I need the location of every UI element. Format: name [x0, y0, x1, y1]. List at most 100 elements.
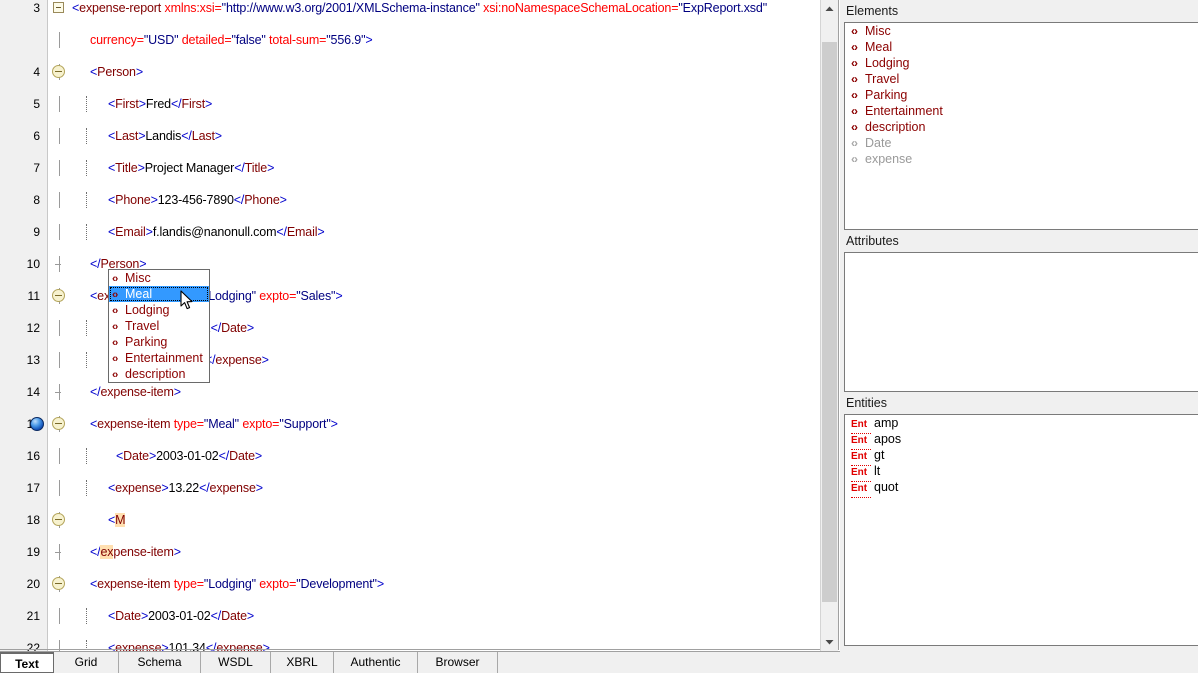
code-line[interactable]: 3 <expense-report xmlns:xsi="http://www.w… [0, 0, 840, 16]
scrollbar-thumb[interactable] [822, 42, 837, 602]
autocomplete-item[interactable]: ‹› Meal [109, 286, 209, 302]
code-line[interactable]: 6 <Last>Landis</Last> [0, 128, 840, 144]
autocomplete-item[interactable]: ‹› Entertainment [109, 350, 209, 366]
elements-list-item[interactable]: ‹› Lodging [845, 55, 1198, 71]
entities-list-item[interactable]: Ent amp [845, 415, 1198, 434]
code-token: expense [215, 353, 262, 367]
code-text[interactable]: <Last>Landis</Last> [72, 128, 222, 144]
tab-browser[interactable]: Browser [418, 652, 498, 673]
entities-list-item[interactable]: Ent quot [845, 479, 1198, 498]
entities-list-item[interactable]: Ent lt [845, 463, 1198, 482]
elements-list-item[interactable]: ‹› Travel [845, 71, 1198, 87]
code-line[interactable]: 9 <Email>f.landis@nanonull.com</Email> [0, 224, 840, 240]
scroll-up-arrow-icon[interactable] [821, 0, 838, 18]
fold-collapse-box-icon[interactable] [53, 2, 64, 13]
code-line[interactable]: 22 <expense>101.34</expense> [0, 640, 840, 651]
code-text[interactable]: <Title>Project Manager</Title> [72, 160, 274, 176]
fold-collapse-circle-icon[interactable] [52, 65, 65, 78]
tab-grid[interactable]: Grid [54, 652, 119, 673]
code-text[interactable]: <Date>2003-01-02</Date> [72, 608, 254, 624]
elements-list-item[interactable]: ‹› Parking [845, 87, 1198, 103]
code-token: = [136, 33, 144, 47]
elements-panel-list[interactable]: ‹› Misc ‹› Meal ‹› Lodging ‹› Travel ‹› Parking ‹›… [844, 22, 1198, 230]
code-text[interactable]: <Date>2003-01-02</Date> [72, 448, 262, 464]
code-token: expense-item [100, 385, 174, 399]
elements-list-item[interactable]: ‹› description [845, 119, 1198, 135]
elements-list-item[interactable]: ‹› Date [845, 135, 1198, 151]
code-line[interactable]: 14 </expense-item> [0, 384, 840, 400]
tab-text[interactable]: Text [0, 652, 54, 673]
code-line[interactable]: 19 </expense-item> [0, 544, 840, 560]
code-text[interactable]: <expense-item type="Lodging" expto="Deve… [72, 576, 384, 592]
attributes-panel-list[interactable] [844, 252, 1198, 392]
autocomplete-item[interactable]: ‹› Lodging [109, 302, 209, 318]
code-token: </ [210, 321, 222, 335]
code-token: </ [90, 385, 101, 399]
autocomplete-popup[interactable]: ‹› Misc ‹› Meal ‹› Lodging ‹› Travel ‹› Parking ‹›… [108, 269, 210, 383]
code-line[interactable]: 21 <Date>2003-01-02</Date> [0, 608, 840, 624]
code-token: expense [216, 641, 263, 651]
tab-schema[interactable]: Schema [119, 652, 201, 673]
elements-list-item[interactable]: ‹› expense [845, 151, 1198, 167]
code-line[interactable]: 17 <expense>13.22</expense> [0, 480, 840, 496]
code-token: Date [229, 449, 255, 463]
code-text[interactable]: <Phone>123-456-7890</Phone> [72, 192, 287, 208]
tab-wsdl[interactable]: WSDL [201, 652, 271, 673]
fold-collapse-circle-icon[interactable] [52, 289, 65, 302]
entities-list-item[interactable]: Ent gt [845, 447, 1198, 466]
view-mode-tabbar[interactable]: Text Grid Schema WSDL XBRL Authentic Browser [0, 651, 840, 673]
autocomplete-item[interactable]: ‹› Travel [109, 318, 209, 334]
code-token: "ExpReport.xsd" [678, 1, 767, 15]
elements-list-item[interactable]: ‹› Misc [845, 23, 1198, 39]
code-line[interactable]: 4 <Person> [0, 64, 840, 80]
tab-xbrl[interactable]: XBRL [271, 652, 334, 673]
elements-list-item[interactable]: ‹› Entertainment [845, 103, 1198, 119]
code-line[interactable]: 8 <Phone>123-456-7890</Phone> [0, 192, 840, 208]
code-text[interactable]: <expense-item type="Meal" expto="Support… [72, 416, 338, 432]
autocomplete-item[interactable]: ‹› description [109, 366, 209, 382]
line-number: 20 [26, 577, 40, 591]
autocomplete-item[interactable]: ‹› Misc [109, 270, 209, 286]
entities-list-item-label: apos [874, 432, 902, 446]
code-text[interactable]: </expense-item> [72, 544, 181, 560]
code-text[interactable]: <expense-report xmlns:xsi="http://www.w3… [72, 0, 767, 16]
code-line[interactable]: currency="USD" detailed="false" total-su… [0, 32, 840, 48]
code-token: "http://www.w3.org/2001/XMLSchema-instan… [221, 1, 484, 15]
elements-list-item-label: Date [865, 136, 892, 150]
fold-collapse-circle-icon[interactable] [52, 417, 65, 430]
code-token: "Lodging" [203, 289, 260, 303]
code-text[interactable]: <expense>101.34</expense> [72, 640, 270, 651]
code-token: "Meal" [203, 417, 243, 431]
bookmark-icon[interactable] [30, 417, 44, 431]
code-line[interactable]: 18 <M [0, 512, 840, 528]
entities-panel-list[interactable]: Ent amp Ent apos Ent gt Ent lt Ent quot [844, 414, 1198, 646]
code-line[interactable]: 5 <First>Fred</First> [0, 96, 840, 112]
fold-collapse-circle-icon[interactable] [52, 577, 65, 590]
code-token: > [205, 97, 213, 111]
code-token: </ [205, 641, 217, 651]
code-token: </ [218, 449, 230, 463]
code-text[interactable]: </expense-item> [72, 384, 181, 400]
scroll-down-arrow-icon[interactable] [821, 633, 838, 651]
elements-list-item[interactable]: ‹› Meal [845, 39, 1198, 55]
code-text[interactable]: <Person> [72, 64, 143, 80]
angle-brackets-icon: ‹› [851, 56, 858, 70]
code-line[interactable]: 20 <expense-item type="Lodging" expto="De… [0, 576, 840, 592]
code-line[interactable]: 16 <Date>2003-01-02</Date> [0, 448, 840, 464]
code-text[interactable]: <expense>13.22</expense> [72, 480, 263, 496]
line-number: 5 [33, 97, 40, 111]
fold-collapse-circle-icon[interactable] [52, 513, 65, 526]
tab-authentic[interactable]: Authentic [334, 652, 418, 673]
code-text[interactable]: <Email>f.landis@nanonull.com</Email> [72, 224, 325, 240]
code-line[interactable]: 15<expense-item type="Meal" expto="Suppo… [0, 416, 840, 432]
code-token: Date [221, 609, 247, 623]
elements-list-item-label: Parking [865, 88, 908, 102]
code-text[interactable]: <M [72, 512, 126, 528]
code-line[interactable]: 7 <Title>Project Manager</Title> [0, 160, 840, 176]
code-text[interactable]: <First>Fred</First> [72, 96, 212, 112]
angle-brackets-icon: ‹› [112, 321, 118, 333]
code-text[interactable]: currency="USD" detailed="false" total-su… [72, 32, 373, 48]
editor-vertical-scrollbar[interactable] [820, 0, 838, 651]
entities-list-item[interactable]: Ent apos [845, 431, 1198, 450]
autocomplete-item[interactable]: ‹› Parking [109, 334, 209, 350]
